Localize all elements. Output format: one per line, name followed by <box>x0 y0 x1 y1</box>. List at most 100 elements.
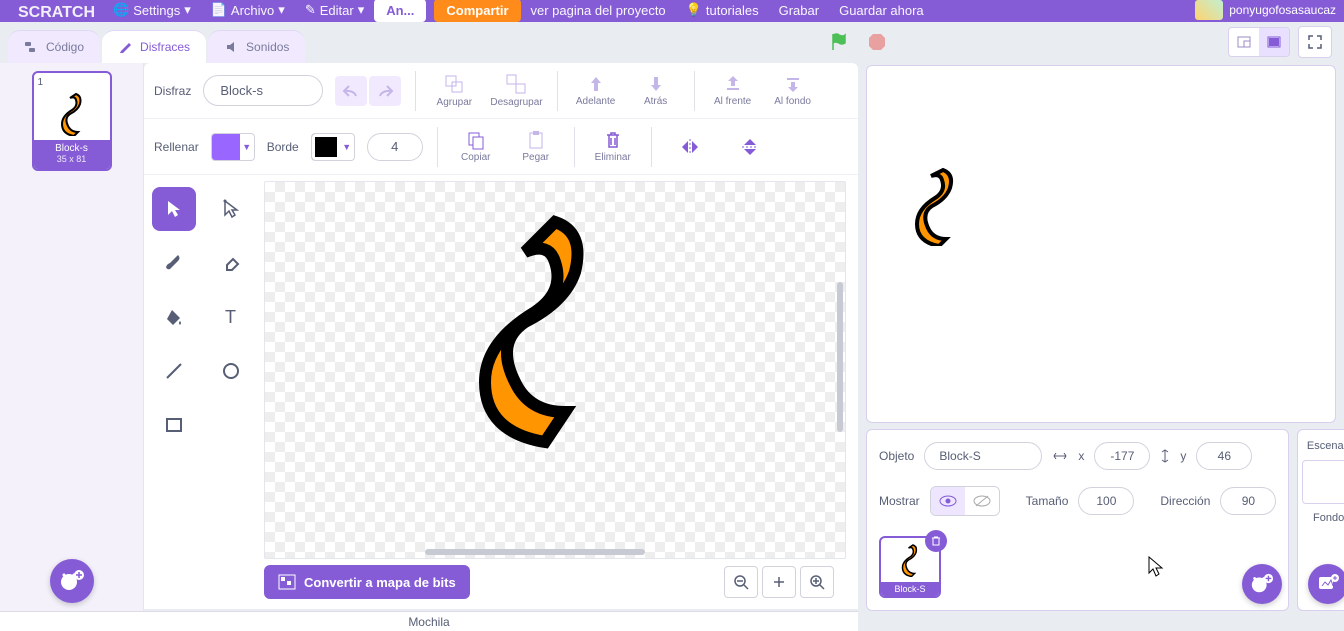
sprite-y-input[interactable] <box>1196 442 1252 470</box>
line-tool[interactable] <box>152 349 196 393</box>
costume-name: Block-s <box>36 143 108 154</box>
direction-label: Dirección <box>1160 494 1210 508</box>
username: ponyugofosasaucaz <box>1229 3 1336 17</box>
paint-canvas[interactable] <box>264 181 846 559</box>
record-link[interactable]: Grabar <box>769 0 829 22</box>
hide-icon[interactable] <box>965 487 999 515</box>
zoom-in-button[interactable] <box>800 566 834 598</box>
fill-color-picker[interactable]: ▼ <box>211 133 255 161</box>
project-page-link[interactable]: ver pagina del proyecto <box>521 0 676 22</box>
globe-icon: 🌐 <box>113 2 129 18</box>
share-button[interactable]: Compartir <box>434 0 520 22</box>
menu-file[interactable]: 📄Archivo ▾ <box>201 0 295 22</box>
sprite-info-panel: Objeto x y Mostrar Tamaño <box>866 429 1289 611</box>
sprite-x-input[interactable] <box>1094 442 1150 470</box>
backward-button[interactable]: Atrás <box>632 74 680 107</box>
zoom-out-button[interactable] <box>724 566 758 598</box>
sprite-size-input[interactable] <box>1078 487 1134 515</box>
tab-costumes[interactable]: Disfraces <box>102 30 206 63</box>
add-costume-fab[interactable] <box>50 559 94 603</box>
delete-sprite-button[interactable] <box>925 530 947 552</box>
edit-icon: ✎ <box>305 2 316 18</box>
svg-text:T: T <box>225 307 236 327</box>
fill-tool[interactable] <box>152 295 196 339</box>
costume-label: Disfraz <box>154 84 191 98</box>
select-tool[interactable] <box>152 187 196 231</box>
outline-color-swatch <box>312 134 340 160</box>
user-chip[interactable]: ponyugofosasaucaz <box>1195 0 1336 20</box>
add-sprite-fab[interactable] <box>1242 564 1282 604</box>
xy-icon <box>1052 451 1068 461</box>
stop-sign[interactable] <box>862 28 892 56</box>
escenario-label: Escenario <box>1307 440 1344 452</box>
save-now-link[interactable]: Guardar ahora <box>829 0 934 22</box>
sprite-thumb-label: Block-S <box>881 582 939 596</box>
convert-bitmap-button[interactable]: Convertir a mapa de bits <box>264 565 470 599</box>
forward-button[interactable]: Adelante <box>572 74 620 107</box>
add-backdrop-fab[interactable] <box>1308 564 1344 604</box>
copy-button[interactable]: Copiar <box>452 130 500 163</box>
code-icon <box>24 39 40 55</box>
bitmap-icon <box>278 574 296 590</box>
fondos-label: Fondos <box>1313 512 1344 524</box>
flip-v-button[interactable] <box>726 136 774 158</box>
stage-side-panel: Escenario Fondos <box>1297 429 1344 611</box>
brush-icon <box>118 39 134 55</box>
text-tool[interactable]: T <box>209 295 253 339</box>
brush-tool[interactable] <box>152 241 196 285</box>
tool-palette: T <box>144 175 264 603</box>
y-label: y <box>1180 449 1186 463</box>
costume-dims: 35 x 81 <box>36 154 108 164</box>
outline-label: Borde <box>267 140 299 154</box>
delete-button[interactable]: Eliminar <box>589 130 637 163</box>
file-icon: 📄 <box>211 2 227 18</box>
costume-list: 1 Block-s 35 x 81 <box>0 63 144 611</box>
size-label: Tamaño <box>1026 494 1069 508</box>
show-label: Mostrar <box>879 494 920 508</box>
back-button[interactable]: Al fondo <box>769 74 817 107</box>
tutorials-link[interactable]: 💡 tutoriales <box>676 0 769 22</box>
backdrop-thumb[interactable] <box>1302 460 1344 504</box>
canvas-scrollbar-h[interactable] <box>425 549 645 555</box>
eraser-tool[interactable] <box>209 241 253 285</box>
menu-settings[interactable]: 🌐Settings ▾ <box>103 0 201 22</box>
stage-large-icon[interactable] <box>1259 28 1289 56</box>
tab-sounds[interactable]: Sonidos <box>208 30 305 63</box>
logo[interactable]: SCRATCH <box>10 4 103 22</box>
outline-width-input[interactable] <box>367 133 423 161</box>
paint-editor: Disfraz Agrupar Desagrupar Adelante Atrá… <box>144 63 858 609</box>
circle-tool[interactable] <box>209 349 253 393</box>
ungroup-button[interactable]: Desagrupar <box>490 73 542 108</box>
front-button[interactable]: Al frente <box>709 74 757 107</box>
rect-tool[interactable] <box>152 403 196 447</box>
stage-size-toggle[interactable] <box>1228 27 1290 57</box>
menu-edit[interactable]: ✎Editar ▾ <box>295 0 374 22</box>
green-flag[interactable] <box>824 28 854 56</box>
outline-color-picker[interactable]: ▼ <box>311 133 355 161</box>
sprite-direction-input[interactable] <box>1220 487 1276 515</box>
paste-button[interactable]: Pegar <box>512 130 560 163</box>
fullscreen-button[interactable] <box>1298 26 1332 58</box>
backpack-toggle[interactable]: Mochila <box>0 611 858 631</box>
visibility-toggle[interactable] <box>930 486 1000 516</box>
costume-name-input[interactable] <box>203 75 323 106</box>
an-button[interactable]: An... <box>374 0 426 22</box>
fill-label: Rellenar <box>154 140 199 154</box>
undo-button[interactable] <box>335 76 367 106</box>
redo-button[interactable] <box>369 76 401 106</box>
reshape-tool[interactable] <box>209 187 253 231</box>
costume-thumb[interactable]: 1 Block-s 35 x 81 <box>32 71 112 171</box>
group-button[interactable]: Agrupar <box>430 73 478 108</box>
show-icon[interactable] <box>931 487 965 515</box>
stage[interactable] <box>866 65 1336 423</box>
sprite-thumb[interactable]: Block-S <box>879 536 941 598</box>
tab-code[interactable]: Código <box>8 30 100 63</box>
canvas-scrollbar-v[interactable] <box>837 282 843 432</box>
costume-index: 1 <box>38 77 106 88</box>
flip-h-button[interactable] <box>666 138 714 156</box>
stage-small-icon[interactable] <box>1229 28 1259 56</box>
zoom-reset-button[interactable] <box>762 566 796 598</box>
y-icon <box>1160 448 1170 464</box>
fill-color-swatch <box>212 134 240 160</box>
sprite-name-input[interactable] <box>924 442 1042 470</box>
